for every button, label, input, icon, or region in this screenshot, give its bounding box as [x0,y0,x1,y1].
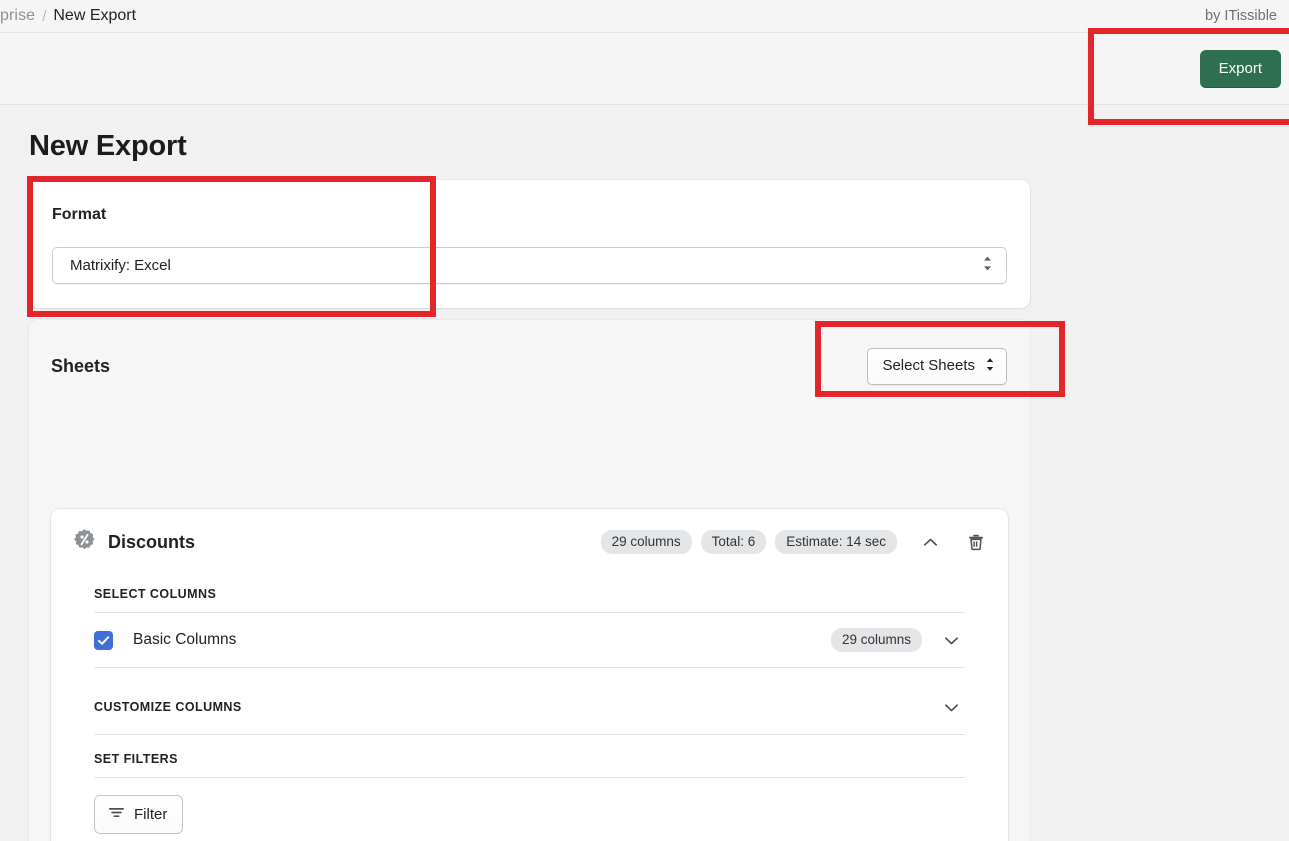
sheet-badges: 29 columns Total: 6 Estimate: 14 sec [600,529,990,555]
sheets-panel: Sheets Select Sheets Discounts 29 column… [29,320,1030,841]
trash-icon[interactable] [962,529,990,555]
column-row-label: Basic Columns [133,631,237,648]
sheet-title: Discounts [108,531,196,552]
divider [94,777,965,778]
breadcrumb-parent[interactable]: prise [0,7,35,25]
customize-columns-label: CUSTOMIZE COLUMNS [94,700,242,714]
format-select-value: Matrixify: Excel [70,257,171,274]
format-select[interactable]: Matrixify: Excel [52,247,1007,284]
select-caret-icon [985,357,995,375]
filter-button[interactable]: Filter [94,795,184,834]
basic-columns-checkbox[interactable] [94,630,113,650]
sheet-card-header: Discounts 29 columns Total: 6 Estimate: … [51,509,1008,575]
chevron-down-icon[interactable] [938,695,965,720]
customize-columns-row[interactable]: CUSTOMIZE COLUMNS [94,680,965,735]
sheet-badge-estimate: Estimate: 14 sec [775,529,897,555]
column-row-right: 29 columns [830,627,965,653]
app-byline: by ITissible [1205,8,1277,24]
breadcrumb-current: New Export [53,7,137,24]
sheet-card-body: SELECT COLUMNS Basic Columns 29 columns [51,575,1008,834]
sheet-badge-total: Total: 6 [700,529,767,555]
sheets-header: Sheets Select Sheets [29,320,1030,412]
discount-badge-icon [73,528,96,556]
format-label: Format [52,206,107,223]
select-sheets-label: Select Sheets [882,357,975,374]
filter-icon [108,805,125,823]
select-columns-label: SELECT COLUMNS [94,587,217,601]
sheet-name-group: Discounts [73,528,195,556]
sheet-card-discounts: Discounts 29 columns Total: 6 Estimate: … [51,509,1008,841]
export-button[interactable]: Export [1199,49,1281,88]
set-filters-label: SET FILTERS [94,752,178,766]
filter-button-label: Filter [134,805,168,823]
breadcrumb: prise / New Export [0,7,136,25]
sheet-badge-columns: 29 columns [600,529,692,555]
breadcrumb-separator: / [42,7,47,25]
select-caret-icon [982,255,993,276]
chevron-up-icon[interactable] [917,530,944,555]
select-sheets-button[interactable]: Select Sheets [867,347,1007,385]
page-title: New Export [29,130,187,162]
breadcrumb-bar: prise / New Export by ITissible [0,0,1289,32]
column-count-badge: 29 columns [830,627,922,653]
sheets-title: Sheets [51,355,111,376]
chevron-down-icon[interactable] [938,628,965,653]
export-page: prise / New Export by ITissible Export N… [0,0,1289,841]
column-row-basic[interactable]: Basic Columns 29 columns [94,613,965,668]
format-card: Format Matrixify: Excel [29,180,1030,308]
page-content: New Export Format Matrixify: Excel Sheet… [0,106,1289,841]
action-bar: Export [0,32,1289,105]
